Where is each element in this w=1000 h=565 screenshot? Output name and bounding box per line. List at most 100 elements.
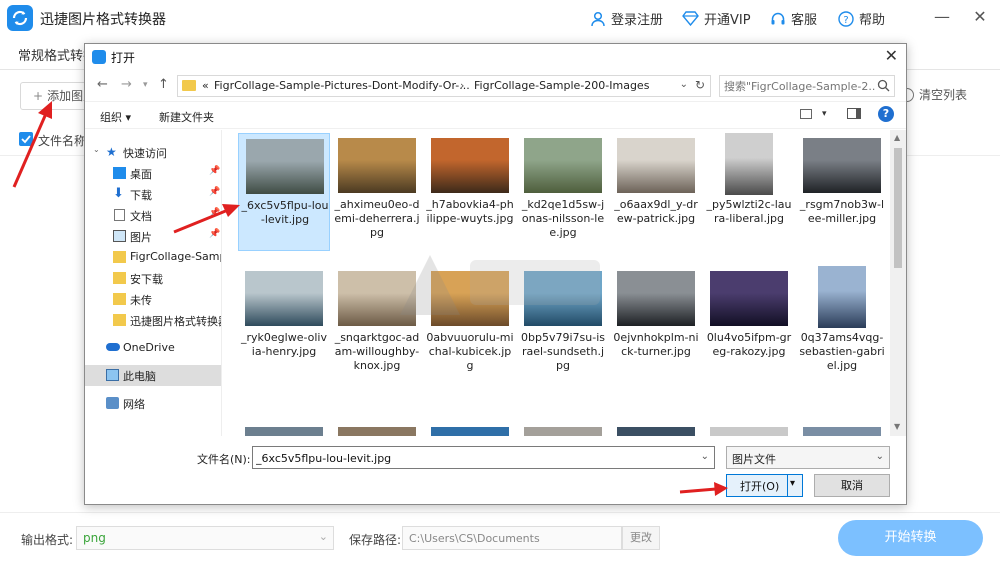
filename-column-header: 文件名称 (38, 134, 87, 148)
output-format-select[interactable]: png ⌄ (76, 526, 334, 550)
minimize-button[interactable]: — (931, 6, 953, 28)
filename-combobox[interactable]: ⌄ (252, 446, 715, 469)
nav-label: 未传 (130, 294, 152, 307)
open-button[interactable]: 打开(O) ▾ (726, 474, 803, 497)
file-name: _kd2qe1d5sw-jonas-nilsson-lee.jpg (521, 198, 605, 239)
file-tile[interactable]: _py5wlzti2c-laura-liberal.jpg (703, 133, 795, 251)
view-dropdown-icon[interactable]: ▾ (822, 109, 827, 119)
cancel-button[interactable]: 取消 (814, 474, 890, 497)
organize-menu[interactable]: 组织 ▾ (100, 109, 131, 125)
refresh-icon[interactable]: ↻ (695, 78, 705, 92)
start-conversion-button[interactable]: 开始转换 (838, 520, 983, 556)
expand-chevron-icon: ⌄ (93, 145, 100, 154)
nav-label: 文档 (130, 210, 152, 223)
image-thumbnail (524, 138, 602, 193)
file-tile[interactable]: _snqarktgoc-adam-willoughby-knox.jpg (331, 266, 423, 384)
plus-icon: + (33, 89, 44, 103)
nav-item-network[interactable]: 网络 (85, 393, 221, 414)
breadcrumb-item-parent[interactable]: FigrCollage-Sample-Pictures-Dont-Modify-… (214, 79, 470, 92)
image-thumbnail (524, 271, 602, 326)
vip-link[interactable]: 开通VIP (682, 9, 751, 28)
file-tile[interactable]: _kd2qe1d5sw-jonas-nilsson-lee.jpg (517, 133, 609, 251)
save-path-field[interactable]: C:\Users\CS\Documents (402, 526, 622, 550)
open-button-label: 打开(O) (740, 480, 780, 493)
select-all-checkbox[interactable] (19, 132, 33, 146)
image-thumbnail (245, 427, 323, 436)
open-options-dropdown-icon[interactable]: ▾ (790, 478, 795, 489)
search-icon (877, 79, 890, 92)
close-app-button[interactable]: ✕ (969, 6, 991, 28)
breadcrumb-item-current[interactable]: FigrCollage-Sample-200-Images (474, 79, 649, 92)
up-arrow-icon[interactable]: ↑ (158, 77, 169, 92)
pin-icon: 📌 (209, 229, 221, 239)
file-type-value: 图片文件 (732, 453, 776, 466)
file-tile[interactable]: 0abvuuorulu-michal-kubicek.jpg (424, 266, 516, 384)
view-mode-icon[interactable] (800, 108, 812, 119)
breadcrumb-overflow[interactable]: « (202, 79, 209, 92)
clear-list-button[interactable]: 清空列表 (900, 86, 967, 103)
nav-label: 下载 (130, 189, 152, 202)
file-name: _ahximeu0eo-demi-deherrera.jpg (334, 198, 420, 239)
scroll-down-icon[interactable]: ▼ (894, 422, 900, 431)
change-path-button[interactable]: 更改 (622, 526, 660, 550)
nav-item-onedrive[interactable]: OneDrive (85, 338, 221, 359)
image-thumbnail (818, 266, 866, 328)
new-folder-button[interactable]: 新建文件夹 (159, 109, 214, 125)
dialog-app-icon (92, 50, 106, 64)
file-tile[interactable]: 0q37ams4vqg-sebastien-gabriel.jpg (796, 266, 888, 384)
dialog-button-row: 打开(O) ▾ 取消 (85, 474, 906, 502)
login-link[interactable]: 登录注册 (590, 9, 663, 28)
nav-item-folder-figrcollage[interactable]: FigrCollage-Samp (85, 247, 221, 268)
output-format-label: 输出格式: (21, 533, 74, 547)
open-file-dialog: 打开 ✕ ← → ▾ ↑ « FigrCollage-Sample-Pictur… (84, 43, 907, 505)
nav-item-folder-anxiazai[interactable]: 安下载 (85, 268, 221, 289)
help-link[interactable]: ? 帮助 (838, 9, 885, 28)
file-type-select[interactable]: 图片文件 ⌄ (726, 446, 890, 469)
nav-item-documents[interactable]: 文档 📌 (85, 205, 221, 226)
folder-icon (113, 293, 126, 305)
filename-input[interactable] (256, 450, 686, 466)
file-tile[interactable]: _rsgm7nob3w-lee-miller.jpg (796, 133, 888, 251)
service-link[interactable]: 客服 (770, 9, 817, 28)
file-tile[interactable]: _o6aax9dl_y-drew-patrick.jpg (610, 133, 702, 251)
search-input[interactable] (724, 78, 876, 94)
recent-locations-icon[interactable]: ▾ (143, 80, 148, 90)
file-grid-scrollbar[interactable]: ▲ ▼ (890, 130, 906, 436)
file-tile[interactable]: _ahximeu0eo-demi-deherrera.jpg (331, 133, 423, 251)
nav-item-quick-access[interactable]: ⌄ ★ 快速访问 (85, 142, 221, 163)
file-name: _6xc5v5flpu-lou-levit.jpg (241, 199, 329, 226)
file-tile[interactable]: _h7abovkia4-philippe-wuyts.jpg (424, 133, 516, 251)
image-thumbnail (710, 427, 788, 436)
forward-arrow-icon[interactable]: → (121, 77, 132, 92)
nav-item-folder-converter[interactable]: 迅捷图片格式转换器 (85, 310, 221, 331)
navigation-pane: ⌄ ★ 快速访问 桌面 📌 ⬇ 下载 📌 文档 📌 图片 📌 FigrColla… (85, 130, 222, 436)
file-name: _h7abovkia4-philippe-wuyts.jpg (426, 198, 514, 225)
dialog-close-icon[interactable]: ✕ (885, 46, 898, 65)
user-icon (591, 11, 605, 26)
nav-item-this-pc[interactable]: 此电脑 (85, 365, 221, 386)
folder-icon (113, 251, 126, 263)
dialog-help-icon[interactable]: ? (878, 106, 894, 122)
back-arrow-icon[interactable]: ← (97, 77, 108, 92)
nav-item-pictures[interactable]: 图片 📌 (85, 226, 221, 247)
chevron-down-icon[interactable]: ⌄ (701, 451, 709, 462)
scroll-up-icon[interactable]: ▲ (894, 133, 900, 142)
file-tile[interactable]: _6xc5v5flpu-lou-levit.jpg (238, 133, 330, 251)
file-tile[interactable]: 0ejvnhokplm-nick-turner.jpg (610, 266, 702, 384)
address-bar[interactable]: « FigrCollage-Sample-Pictures-Dont-Modif… (177, 75, 711, 97)
document-icon (114, 209, 125, 221)
file-tile[interactable]: _ryk0eglwe-olivia-henry.jpg (238, 266, 330, 384)
search-box[interactable] (719, 75, 895, 97)
preview-pane-icon[interactable] (846, 108, 861, 119)
image-thumbnail (338, 138, 416, 193)
nav-item-folder-weichuan[interactable]: 未传 (85, 289, 221, 310)
address-dropdown-icon[interactable]: ⌄ (680, 79, 688, 90)
image-thumbnail (431, 427, 509, 436)
scrollbar-thumb[interactable] (894, 148, 902, 268)
file-tile[interactable]: 0lu4vo5ifpm-greg-rakozy.jpg (703, 266, 795, 384)
nav-item-downloads[interactable]: ⬇ 下载 📌 (85, 184, 221, 205)
file-tile[interactable]: 0bp5v79i7su-israel-sundseth.jpg (517, 266, 609, 384)
nav-item-desktop[interactable]: 桌面 📌 (85, 163, 221, 184)
help-label: 帮助 (859, 13, 886, 28)
file-name: _rsgm7nob3w-lee-miller.jpg (799, 198, 885, 225)
